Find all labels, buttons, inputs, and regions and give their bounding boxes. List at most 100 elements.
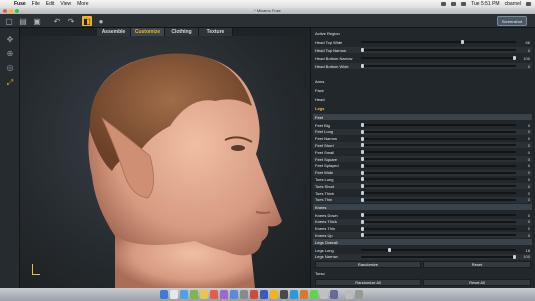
slider-handle[interactable] bbox=[361, 191, 364, 195]
slider-value[interactable]: 0 bbox=[518, 64, 530, 69]
slider-handle[interactable] bbox=[361, 213, 364, 217]
region-face[interactable]: Face bbox=[313, 87, 532, 93]
spotlight-icon[interactable] bbox=[526, 2, 531, 6]
zoom-window-icon[interactable] bbox=[15, 9, 19, 13]
slider-handle[interactable] bbox=[361, 177, 364, 182]
slider-handle[interactable] bbox=[361, 123, 364, 127]
app-store-icon[interactable] bbox=[230, 290, 238, 299]
slider-track[interactable] bbox=[361, 143, 516, 148]
finder-icon[interactable] bbox=[160, 290, 168, 299]
slider-handle[interactable] bbox=[361, 157, 364, 161]
slider-track[interactable] bbox=[361, 197, 516, 202]
slider-value[interactable]: 0 bbox=[518, 123, 530, 128]
clock[interactable]: Tue 5:51 PM bbox=[471, 1, 499, 7]
slider-track[interactable] bbox=[361, 177, 516, 182]
slider-value[interactable]: 0 bbox=[518, 136, 530, 141]
knees-group-header[interactable]: Knees bbox=[313, 204, 532, 210]
preview-icon[interactable] bbox=[320, 290, 328, 299]
slider-handle[interactable] bbox=[361, 136, 364, 141]
messages-icon[interactable] bbox=[190, 290, 198, 299]
resize-icon[interactable]: ⤢ bbox=[5, 78, 15, 88]
region-legs[interactable]: Legs bbox=[313, 105, 532, 111]
battery-icon[interactable] bbox=[461, 2, 467, 6]
photoshop-icon[interactable] bbox=[250, 290, 258, 299]
slider-handle[interactable] bbox=[361, 197, 364, 202]
xcode-icon[interactable] bbox=[330, 290, 338, 299]
sphere-icon[interactable]: ● bbox=[96, 16, 106, 26]
close-window-icon[interactable] bbox=[3, 9, 7, 13]
trash-icon[interactable] bbox=[355, 290, 363, 299]
redo-icon[interactable]: ↷ bbox=[66, 16, 76, 26]
tab-clothing[interactable]: Clothing bbox=[165, 28, 199, 36]
slider-handle[interactable] bbox=[361, 143, 364, 148]
slider-handle[interactable] bbox=[361, 184, 364, 189]
legs-overall-group-header[interactable]: Legs Overall bbox=[313, 239, 532, 245]
slider-value[interactable]: 0 bbox=[518, 233, 530, 238]
slider-handle[interactable] bbox=[361, 48, 364, 52]
slider-track[interactable] bbox=[361, 40, 516, 44]
undo-icon[interactable]: ↶ bbox=[52, 16, 62, 26]
notes-icon[interactable] bbox=[200, 290, 208, 299]
mail-icon[interactable] bbox=[290, 290, 298, 299]
slider-track[interactable] bbox=[361, 163, 516, 168]
slider-track[interactable] bbox=[361, 48, 516, 52]
open-file-icon[interactable]: ▤ bbox=[18, 16, 28, 26]
slider-track[interactable] bbox=[361, 184, 516, 189]
slider-track[interactable] bbox=[361, 136, 516, 141]
region-arms[interactable]: Arms bbox=[313, 78, 532, 84]
lightroom-icon[interactable] bbox=[260, 290, 268, 299]
slider-track[interactable] bbox=[361, 170, 516, 175]
feet-group-header[interactable]: Feet bbox=[313, 114, 532, 120]
minimize-window-icon[interactable] bbox=[9, 9, 13, 13]
slider-handle[interactable] bbox=[361, 163, 364, 168]
menu-view[interactable]: View bbox=[60, 1, 71, 7]
reset-button[interactable]: Reset bbox=[423, 261, 531, 268]
slider-handle[interactable] bbox=[461, 40, 465, 44]
launchpad-icon[interactable] bbox=[170, 290, 178, 299]
slider-track[interactable] bbox=[361, 248, 516, 252]
slider-value[interactable]: 0 bbox=[518, 177, 530, 182]
slider-value[interactable]: 0 bbox=[518, 157, 530, 162]
slider-handle[interactable] bbox=[361, 219, 364, 224]
slider-handle[interactable] bbox=[513, 56, 516, 60]
terminal-icon[interactable] bbox=[280, 290, 288, 299]
tab-texture[interactable]: Texture bbox=[199, 28, 233, 36]
calendar-icon[interactable] bbox=[210, 290, 218, 299]
3d-viewport[interactable] bbox=[20, 36, 310, 288]
volume-icon[interactable] bbox=[451, 2, 457, 6]
menu-edit[interactable]: Edit bbox=[46, 1, 55, 7]
safari-icon[interactable] bbox=[180, 290, 188, 299]
region-torso[interactable]: Torso bbox=[313, 270, 532, 276]
slider-value[interactable]: 18 bbox=[518, 248, 530, 253]
menu-file[interactable]: File bbox=[32, 1, 40, 7]
slider-value[interactable]: 0 bbox=[518, 163, 530, 168]
slider-value[interactable]: 100 bbox=[518, 254, 530, 259]
slider-value[interactable]: 0 bbox=[518, 226, 530, 231]
slider-track[interactable] bbox=[361, 56, 516, 60]
slider-track[interactable] bbox=[361, 219, 516, 224]
slider-track[interactable] bbox=[361, 64, 516, 68]
slider-value[interactable]: 0 bbox=[518, 213, 530, 218]
slider-value[interactable]: 0 bbox=[518, 129, 530, 134]
slider-track[interactable] bbox=[361, 254, 516, 259]
user-name[interactable]: cbarnel bbox=[505, 1, 521, 7]
system-preferences-icon[interactable] bbox=[240, 290, 248, 299]
tab-customize[interactable]: Customize bbox=[131, 28, 165, 36]
zoom-icon[interactable]: ◎ bbox=[5, 62, 15, 72]
reset-all-button[interactable]: Reset All bbox=[423, 279, 531, 286]
character-model[interactable] bbox=[20, 36, 310, 288]
slider-value[interactable]: 0 bbox=[518, 48, 530, 53]
slider-track[interactable] bbox=[361, 123, 516, 127]
region-head[interactable]: Head bbox=[313, 96, 532, 102]
slider-handle[interactable] bbox=[361, 226, 364, 231]
slider-value[interactable]: 0 bbox=[518, 170, 530, 175]
slider-track[interactable] bbox=[361, 191, 516, 195]
tab-assemble[interactable]: Assemble bbox=[97, 28, 131, 36]
slider-track[interactable] bbox=[361, 157, 516, 161]
slider-handle[interactable] bbox=[388, 248, 392, 252]
model-cube-icon[interactable]: ◧ bbox=[82, 16, 92, 26]
slider-value[interactable]: 0 bbox=[518, 191, 530, 196]
slider-handle[interactable] bbox=[361, 233, 364, 238]
save-icon[interactable]: ▣ bbox=[32, 16, 42, 26]
slider-track[interactable] bbox=[361, 226, 516, 231]
